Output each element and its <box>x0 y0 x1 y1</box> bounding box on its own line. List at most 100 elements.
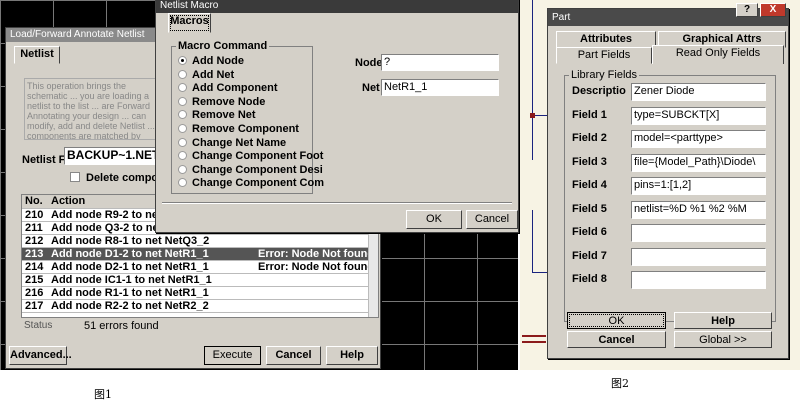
cancel-button[interactable]: Cancel <box>466 210 518 229</box>
field-label: Field 4 <box>572 179 607 191</box>
row-action: Add node IC1-1 to net NetR1_1 <box>51 274 212 286</box>
radio-option[interactable]: Remove Net <box>178 109 256 121</box>
radio-option[interactable]: Change Component Desi <box>178 164 323 176</box>
field-label: Field 5 <box>572 202 607 215</box>
help-title-button[interactable]: ? <box>736 3 758 17</box>
field-label: Field 3 <box>572 155 607 168</box>
row-no: 213 <box>25 248 44 260</box>
cancel-button[interactable]: Cancel <box>567 331 666 348</box>
column-no: No. <box>25 195 43 207</box>
field-input[interactable] <box>631 271 766 289</box>
radio-label: Remove Node <box>192 95 266 108</box>
radio-label: Remove Net <box>192 109 256 122</box>
advanced-button[interactable]: Advanced... <box>9 346 72 365</box>
radio-label: Change Component Desi <box>192 163 323 176</box>
row-action: Add node R8-1 to net NetQ3_2 <box>51 235 210 247</box>
row-no: 214 <box>25 261 44 273</box>
row-error: Error: Node Not found <box>258 248 375 260</box>
radio-label: Add Node <box>192 55 244 67</box>
field-input[interactable]: type=SUBCKT[X] <box>631 106 766 125</box>
radio-label: Add Net <box>192 68 235 81</box>
radio-option[interactable]: Add Node <box>178 55 244 67</box>
tab-macros[interactable]: Macros <box>168 13 211 33</box>
help-button[interactable]: Help <box>326 346 378 365</box>
field-label: Field 1 <box>572 108 607 121</box>
radio-icon <box>178 56 187 65</box>
row-no: 211 <box>25 222 43 234</box>
ok-button[interactable]: OK <box>406 210 462 229</box>
radio-option[interactable]: Remove Node <box>178 96 265 108</box>
tab-attributes[interactable]: Attributes <box>556 31 656 48</box>
field-label: Descriptio <box>572 85 626 97</box>
table-row[interactable]: 214 Add node D2-1 to net NetR1_1 Error: No… <box>22 261 378 274</box>
dialog-title: Netlist Macro <box>156 0 518 13</box>
tab-part-fields[interactable]: Part Fields <box>556 47 652 64</box>
table-row[interactable]: 212 Add node R8-1 to net NetQ3_2 <box>22 235 378 248</box>
radio-icon <box>178 164 187 174</box>
field-input[interactable]: pins=1:[1,2] <box>631 177 766 195</box>
description-box: This operation brings the schematic ... … <box>24 78 164 140</box>
table-row[interactable]: 217 Add node R2-2 to net NetR2_2 <box>22 300 378 313</box>
row-action: Add node R1-1 to net NetR1_1 <box>51 287 209 299</box>
radio-icon <box>178 110 187 120</box>
close-icon[interactable]: X <box>760 3 786 17</box>
radio-option[interactable]: Add Net <box>178 69 234 81</box>
tab-netlist[interactable]: Netlist <box>14 46 60 64</box>
row-no: 215 <box>25 274 44 286</box>
status-label: Status <box>24 320 53 331</box>
execute-button[interactable]: Execute <box>204 346 261 365</box>
radio-icon <box>178 83 187 93</box>
field-label: Field 7 <box>572 249 607 262</box>
field-label: Field 6 <box>572 226 607 238</box>
field-input[interactable]: netlist=%D %1 %2 %M <box>631 200 766 219</box>
field-label: Field 8 <box>572 273 607 285</box>
tab-read-only-fields[interactable]: Read Only Fields <box>652 45 784 64</box>
radio-icon <box>178 137 187 147</box>
wire <box>532 210 533 272</box>
cancel-button[interactable]: Cancel <box>266 346 321 365</box>
radio-option[interactable]: Change Component Com <box>178 177 324 189</box>
field-input[interactable] <box>631 224 766 242</box>
field-input[interactable]: Zener Diode <box>631 83 766 101</box>
help-button[interactable]: Help <box>674 312 772 329</box>
ground-symbol <box>522 335 546 343</box>
radio-icon <box>178 96 187 106</box>
delete-components-label: Delete compon <box>86 172 165 184</box>
radio-label: Change Net Name <box>192 136 287 149</box>
radio-option[interactable]: Change Component Foot <box>178 150 323 162</box>
table-row[interactable]: 215 Add node IC1-1 to net NetR1_1 <box>22 274 378 287</box>
row-error: Error: Node Not found <box>258 261 375 273</box>
table-row[interactable]: 216 Add node R1-1 to net NetR1_1 <box>22 287 378 300</box>
row-action: Add node R2-2 to net NetR2_2 <box>51 300 209 312</box>
net-input[interactable]: NetR1_1 <box>381 79 499 96</box>
node-input[interactable]: ? <box>381 54 499 71</box>
row-action: Add node D1-2 to net NetR1_1 <box>51 248 209 260</box>
radio-label: Add Component <box>192 82 278 95</box>
radio-label: Change Component Foot <box>192 150 324 163</box>
field-input[interactable] <box>631 247 766 266</box>
wire <box>532 0 533 160</box>
row-action: Add node D2-1 to net NetR1_1 <box>51 261 209 273</box>
radio-option[interactable]: Remove Component <box>178 123 299 135</box>
field-label: Field 2 <box>572 132 607 144</box>
caption-figure-1: 图1 <box>94 388 112 401</box>
checkbox-icon <box>70 172 80 182</box>
net-label: Net <box>362 82 380 94</box>
radio-icon <box>178 69 187 79</box>
row-action: Add node Q3-2 to net <box>51 222 163 234</box>
field-input[interactable]: model=<parttype> <box>631 130 766 148</box>
radio-option[interactable]: Change Net Name <box>178 137 286 149</box>
field-input[interactable]: file={Model_Path}\Diode\ <box>631 153 766 172</box>
netlist-file-input[interactable]: BACKUP~1.NET (B <box>64 147 164 165</box>
divider <box>162 202 512 204</box>
radio-icon <box>178 178 187 188</box>
row-no: 216 <box>25 287 44 299</box>
radio-label: Change Component Com <box>192 177 324 190</box>
radio-option[interactable]: Add Component <box>178 82 278 94</box>
status-value: 51 errors found <box>84 320 159 332</box>
row-no: 212 <box>25 235 44 247</box>
table-row[interactable]: 213 Add node D1-2 to net NetR1_1 Error: No… <box>22 248 378 261</box>
global-button[interactable]: Global >> <box>674 331 772 348</box>
ok-button[interactable]: OK <box>567 312 666 329</box>
delete-components-checkbox[interactable]: Delete compon <box>70 172 165 184</box>
